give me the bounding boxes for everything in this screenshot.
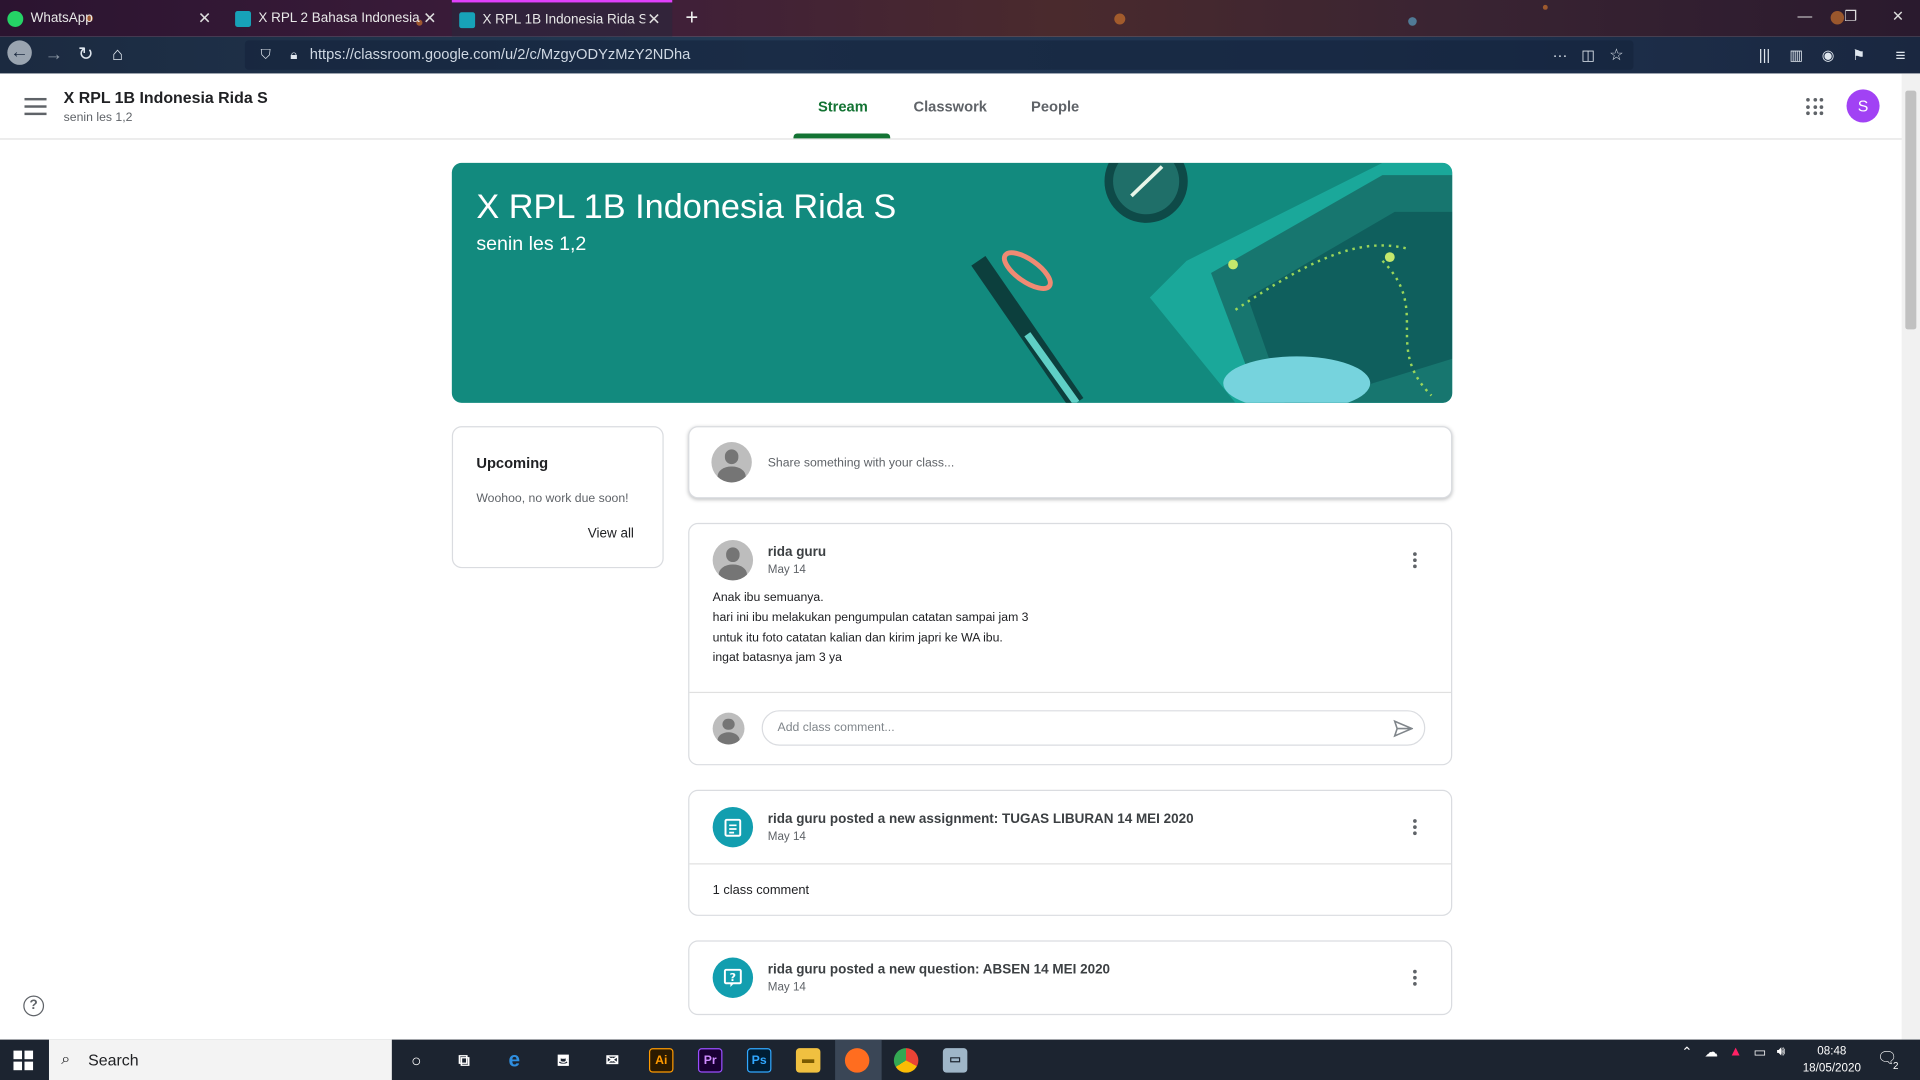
clock-date: 18/05/2020 — [1802, 1061, 1861, 1076]
question-card[interactable] — [688, 940, 1453, 1016]
tab-stream[interactable]: Stream — [818, 98, 868, 115]
close-window-icon[interactable]: ✕ — [1892, 7, 1904, 24]
network-icon[interactable]: ▭ — [1753, 1044, 1766, 1061]
hamburger-menu-icon[interactable] — [24, 97, 47, 116]
tab-title: X RPL 2 Bahasa Indonesia ( Rida — [258, 11, 421, 26]
more-options-icon[interactable] — [1413, 552, 1418, 569]
whatsapp-icon — [7, 10, 24, 27]
notification-count: 2 — [1893, 1060, 1899, 1072]
question-icon: ? — [712, 957, 754, 998]
close-tab-icon[interactable]: ✕ — [421, 9, 438, 29]
restore-icon[interactable]: ❐ — [1844, 7, 1857, 24]
post-author: rida guru — [767, 544, 827, 560]
google-apps-icon[interactable] — [1806, 97, 1824, 116]
volume-icon[interactable]: 🔊︎ — [1777, 1044, 1785, 1060]
tab-rpl1b[interactable]: X RPL 1B Indonesia Rida S senin ✕ — [451, 0, 673, 37]
class-title[interactable]: X RPL 1B Indonesia Rida S — [64, 88, 268, 106]
task-view-icon[interactable]: ⧉ — [452, 1048, 476, 1072]
scrollbar-thumb[interactable] — [1905, 90, 1917, 330]
author-avatar — [712, 540, 754, 581]
tab-people[interactable]: People — [1031, 98, 1079, 115]
tray-chevron-icon[interactable]: ⌃ — [1681, 1044, 1692, 1061]
banner-title: X RPL 1B Indonesia Rida S — [476, 187, 897, 226]
app-window-icon[interactable]: ▭ — [942, 1048, 968, 1073]
clock-time: 08:48 — [1817, 1044, 1847, 1058]
more-options-icon[interactable] — [1413, 819, 1418, 836]
svg-text:?: ? — [730, 971, 736, 984]
extension-icon[interactable]: ⚑ — [1847, 43, 1871, 67]
upcoming-message: Woohoo, no work due soon! — [476, 492, 629, 506]
forward-icon[interactable]: → — [42, 43, 66, 67]
assignment-title[interactable]: rida guru posted a new assignment: TUGAS… — [768, 812, 1194, 827]
divider — [689, 863, 1452, 865]
close-tab-icon[interactable]: ✕ — [196, 9, 213, 29]
upcoming-title: Upcoming — [476, 454, 549, 472]
tab-rpl2[interactable]: X RPL 2 Bahasa Indonesia ( Rida ✕ — [228, 0, 448, 37]
file-explorer-icon[interactable]: ▬ — [795, 1048, 821, 1073]
comment-placeholder[interactable]: Add class comment... — [778, 721, 895, 734]
chrome-icon[interactable] — [893, 1048, 919, 1073]
bookmark-star-icon[interactable]: ☆ — [1604, 43, 1628, 67]
user-avatar[interactable]: S — [1846, 89, 1880, 123]
onedrive-icon[interactable]: ☁ — [1704, 1044, 1717, 1061]
post-text-line: ingat batasnya jam 3 ya — [712, 651, 842, 665]
class-subtitle: senin les 1,2 — [63, 111, 133, 125]
antivirus-icon[interactable]: ▲ — [1729, 1044, 1742, 1059]
search-icon: ⌕ — [61, 1049, 71, 1068]
windows-start-icon[interactable] — [13, 1050, 34, 1071]
share-placeholder[interactable]: Share something with your class... — [768, 457, 954, 470]
page-actions-icon[interactable]: ··· — [1548, 43, 1572, 67]
class-comment-count[interactable]: 1 class comment — [713, 883, 809, 898]
view-all-link[interactable]: View all — [588, 527, 634, 542]
post-text-line: untuk itu foto catatan kalian dan kirim … — [712, 631, 1003, 646]
tab-whatsapp[interactable]: WhatsApp ✕ — [0, 0, 223, 37]
assignment-icon — [712, 806, 754, 848]
screen: WhatsApp ✕ X RPL 2 Bahasa Indonesia ( Ri… — [0, 0, 1920, 1080]
edge-icon[interactable]: e — [502, 1048, 526, 1072]
active-tab-indicator — [793, 133, 891, 139]
account-icon[interactable]: ◉ — [1816, 43, 1840, 67]
tab-classwork[interactable]: Classwork — [913, 98, 987, 115]
tab-title: X RPL 1B Indonesia Rida S senin — [482, 12, 645, 27]
premiere-icon[interactable]: Pr — [697, 1048, 723, 1073]
help-icon[interactable]: ? — [23, 995, 45, 1017]
close-tab-icon[interactable]: ✕ — [645, 10, 662, 30]
taskbar-search-label[interactable]: Search — [88, 1051, 138, 1069]
post-date: May 14 — [767, 830, 806, 844]
reload-icon[interactable]: ↻ — [73, 43, 97, 67]
more-options-icon[interactable] — [1413, 969, 1418, 987]
post-date: May 14 — [767, 980, 806, 995]
classroom-icon — [235, 10, 252, 27]
new-tab-button[interactable]: + — [680, 5, 704, 29]
photoshop-icon[interactable]: Ps — [746, 1048, 772, 1073]
post-text-line: Anak ibu semuanya. — [712, 591, 824, 605]
post-text-line: hari ini ibu melakukan pengumpulan catat… — [712, 611, 1029, 625]
banner-subtitle: senin les 1,2 — [476, 233, 587, 255]
clock[interactable]: 08:48 18/05/2020 — [1802, 1044, 1861, 1075]
lock-icon: 🔒︎ — [290, 47, 298, 63]
divider — [689, 691, 1452, 694]
store-icon[interactable]: ⛾ — [551, 1048, 575, 1072]
browser-menu-icon[interactable]: ≡ — [1888, 43, 1912, 67]
user-avatar — [711, 442, 752, 483]
illustrator-icon[interactable]: Ai — [648, 1048, 674, 1073]
mail-icon[interactable]: ✉ — [600, 1048, 624, 1072]
firefox-icon[interactable] — [844, 1048, 870, 1073]
classroom-icon — [459, 11, 476, 28]
sidebar-icon[interactable]: ▥ — [1784, 43, 1808, 67]
shield-icon[interactable]: ⛉ — [253, 43, 277, 67]
back-icon[interactable]: ← — [7, 40, 32, 65]
library-icon[interactable]: ||| — [1752, 43, 1776, 67]
url-text[interactable]: https://classroom.google.com/u/2/c/MzgyO… — [310, 45, 691, 62]
home-icon[interactable]: ⌂ — [105, 43, 129, 67]
post-date: May 14 — [767, 563, 806, 577]
cortana-icon[interactable]: ○ — [404, 1048, 428, 1072]
pocket-icon[interactable]: ◫ — [1576, 43, 1600, 67]
tab-title: WhatsApp — [30, 11, 93, 26]
class-banner: X RPL 1B Indonesia Rida S senin les 1,2 — [451, 162, 1453, 403]
send-icon[interactable] — [1393, 719, 1414, 739]
commenter-avatar — [712, 712, 745, 745]
minimize-icon[interactable]: — — [1798, 7, 1813, 24]
question-title[interactable]: rida guru posted a new question: ABSEN 1… — [768, 962, 1110, 977]
